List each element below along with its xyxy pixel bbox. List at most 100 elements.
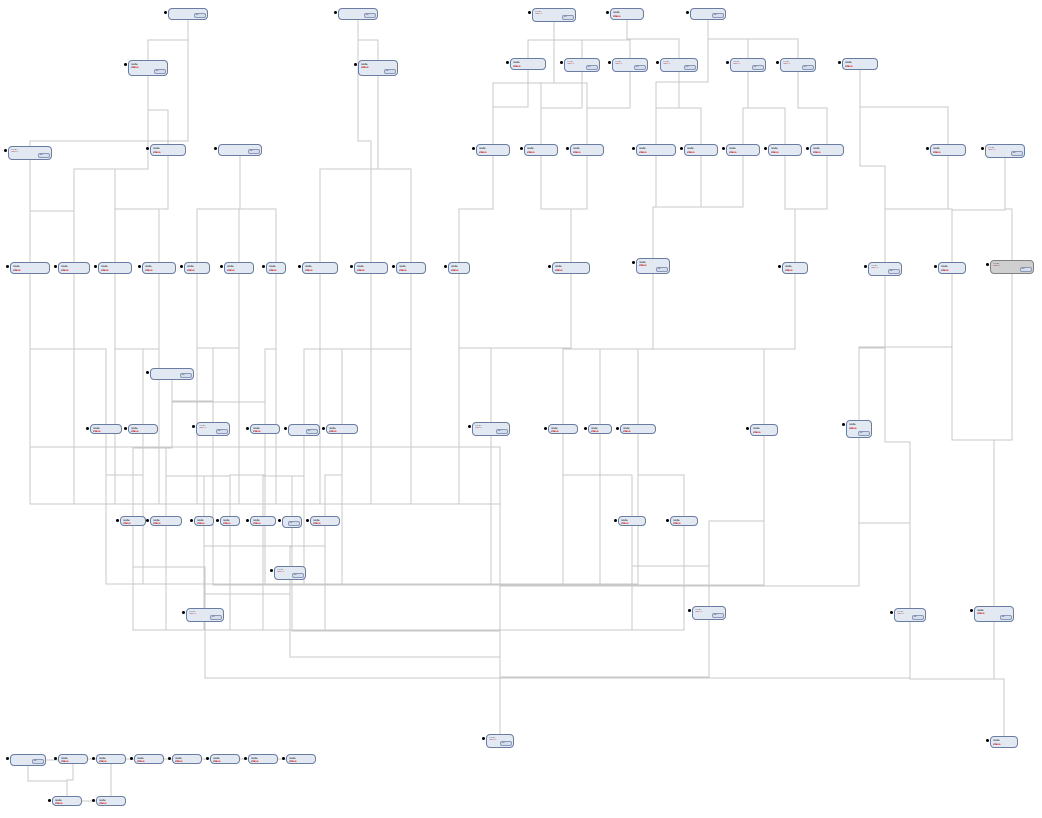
- graph-edge: [994, 622, 1004, 736]
- graph-node[interactable]: nodeclassref: [128, 60, 168, 76]
- graph-node[interactable]: nodeclass: [134, 754, 164, 764]
- graph-node[interactable]: nodeclass: [210, 754, 240, 764]
- graph-node[interactable]: nodeclass: [510, 58, 546, 70]
- graph-node[interactable]: nodeclass: [220, 516, 240, 526]
- graph-node[interactable]: nodeclass: [588, 424, 612, 434]
- node-tag: class: [196, 521, 212, 524]
- graph-node[interactable]: nodeclass: [476, 144, 510, 156]
- graph-node[interactable]: nodeclass: [620, 424, 656, 434]
- graph-node[interactable]: nodeclass: [58, 754, 88, 764]
- node-port-icon: [180, 265, 183, 268]
- graph-node[interactable]: nodeclass: [302, 262, 338, 274]
- graph-node[interactable]: nodeclassref: [564, 58, 600, 72]
- graph-node[interactable]: nodeclass: [670, 516, 698, 526]
- graph-node[interactable]: nodeclass: [96, 754, 126, 764]
- graph-node[interactable]: nodeclassref: [288, 424, 320, 436]
- graph-node[interactable]: nodeclassref: [150, 368, 194, 380]
- graph-node[interactable]: nodeclass: [684, 144, 718, 156]
- graph-node[interactable]: nodeclass: [52, 796, 82, 806]
- graph-node[interactable]: nodeclass: [636, 144, 676, 156]
- graph-node[interactable]: nodeclass: [58, 262, 90, 274]
- graph-node[interactable]: nodeclass: [194, 516, 214, 526]
- node-tag: class: [130, 429, 156, 432]
- graph-node[interactable]: nodeclassref: [990, 260, 1034, 274]
- graph-node[interactable]: nodeclassref: [868, 262, 902, 276]
- graph-edge: [632, 526, 709, 606]
- graph-node[interactable]: nodeclass: [396, 262, 426, 274]
- node-tag: class: [188, 612, 222, 614]
- graph-node[interactable]: nodeclass: [250, 516, 276, 526]
- graph-node[interactable]: nodeclassref: [974, 606, 1014, 622]
- graph-node[interactable]: nodeclassref: [186, 608, 224, 622]
- graph-node[interactable]: nodeclass: [150, 144, 186, 156]
- graph-node[interactable]: nodeclass: [98, 262, 132, 274]
- graph-node[interactable]: nodeclassref: [486, 734, 514, 748]
- graph-node[interactable]: nodeclassref: [660, 58, 698, 72]
- graph-node[interactable]: nodeclass: [250, 424, 280, 434]
- graph-node[interactable]: nodeclass: [150, 516, 182, 526]
- graph-node[interactable]: nodeclass: [782, 262, 808, 274]
- graph-node[interactable]: nodeclass: [810, 144, 844, 156]
- graph-node[interactable]: nodeclass: [930, 144, 966, 156]
- node-port-icon: [262, 265, 265, 268]
- node-port-icon: [138, 265, 141, 268]
- graph-node[interactable]: nodeclassref: [358, 60, 398, 76]
- node-port-icon: [92, 757, 95, 760]
- node-sub: ref: [216, 429, 228, 434]
- graph-node[interactable]: nodeclass: [990, 736, 1018, 748]
- graph-node[interactable]: nodeclass: [524, 144, 558, 156]
- graph-node[interactable]: nodeclass: [266, 262, 286, 274]
- graph-node[interactable]: nodeclass: [768, 144, 802, 156]
- node-tag: class: [784, 268, 806, 272]
- graph-node[interactable]: nodeclass: [610, 8, 644, 20]
- graph-node[interactable]: nodeclass: [10, 262, 50, 274]
- graph-node[interactable]: nodeclass: [120, 516, 146, 526]
- graph-node[interactable]: nodeclass: [750, 424, 778, 436]
- graph-node[interactable]: nodeclassref: [692, 606, 726, 620]
- graph-node[interactable]: nodeclass: [286, 754, 316, 764]
- graph-node[interactable]: nodeclass: [248, 754, 278, 764]
- graph-node[interactable]: nodeclass: [326, 424, 358, 434]
- graph-node[interactable]: nodeclass: [548, 424, 578, 434]
- graph-edge: [230, 526, 500, 734]
- graph-node[interactable]: nodeclass: [128, 424, 158, 434]
- node-tag: class: [614, 62, 646, 64]
- graph-node[interactable]: nodeclass: [310, 516, 340, 526]
- graph-node[interactable]: nodeclassref: [282, 516, 302, 528]
- graph-node[interactable]: nodeclass: [224, 262, 254, 274]
- graph-node[interactable]: nodeclassref: [8, 146, 52, 160]
- graph-node[interactable]: nodeclassref: [10, 754, 46, 766]
- graph-node[interactable]: nodeclassref: [780, 58, 816, 72]
- graph-node[interactable]: nodeclassref: [894, 608, 926, 622]
- graph-node[interactable]: nodeclassref: [690, 8, 726, 20]
- graph-node[interactable]: nodeclassref: [338, 8, 378, 20]
- graph-node[interactable]: nodeclass: [938, 262, 966, 274]
- graph-node[interactable]: nodeclassref: [168, 8, 208, 20]
- graph-node[interactable]: nodeclass: [842, 58, 878, 70]
- graph-node[interactable]: nodeclass: [142, 262, 176, 274]
- node-port-icon: [322, 427, 325, 430]
- graph-node[interactable]: nodeclassref: [636, 258, 670, 274]
- graph-node[interactable]: nodeclassref: [985, 144, 1025, 158]
- graph-node[interactable]: nodeclassref: [532, 8, 576, 22]
- graph-node[interactable]: nodeclassref: [846, 420, 872, 438]
- graph-node[interactable]: nodeclass: [90, 424, 122, 434]
- graph-node[interactable]: nodeclass: [618, 516, 646, 526]
- graph-node[interactable]: nodeclass: [172, 754, 202, 764]
- graph-node[interactable]: nodeclass: [96, 796, 126, 806]
- node-port-icon: [528, 11, 531, 14]
- graph-node[interactable]: nodeclassref: [274, 566, 306, 580]
- graph-node[interactable]: nodeclassref: [612, 58, 648, 72]
- graph-node[interactable]: nodeclassref: [472, 422, 510, 436]
- graph-edge: [30, 160, 500, 734]
- graph-node[interactable]: nodeclass: [570, 144, 604, 156]
- graph-node[interactable]: nodeclass: [726, 144, 760, 156]
- graph-node[interactable]: nodeclass: [354, 262, 388, 274]
- graph-node[interactable]: nodeclass: [552, 262, 590, 274]
- graph-node[interactable]: nodeclassref: [218, 144, 262, 156]
- graph-node[interactable]: nodeclassref: [196, 422, 230, 436]
- graph-node[interactable]: nodeclass: [184, 262, 210, 274]
- graph-edge: [205, 622, 500, 734]
- graph-node[interactable]: nodeclassref: [730, 58, 766, 72]
- graph-node[interactable]: nodeclass: [448, 262, 470, 274]
